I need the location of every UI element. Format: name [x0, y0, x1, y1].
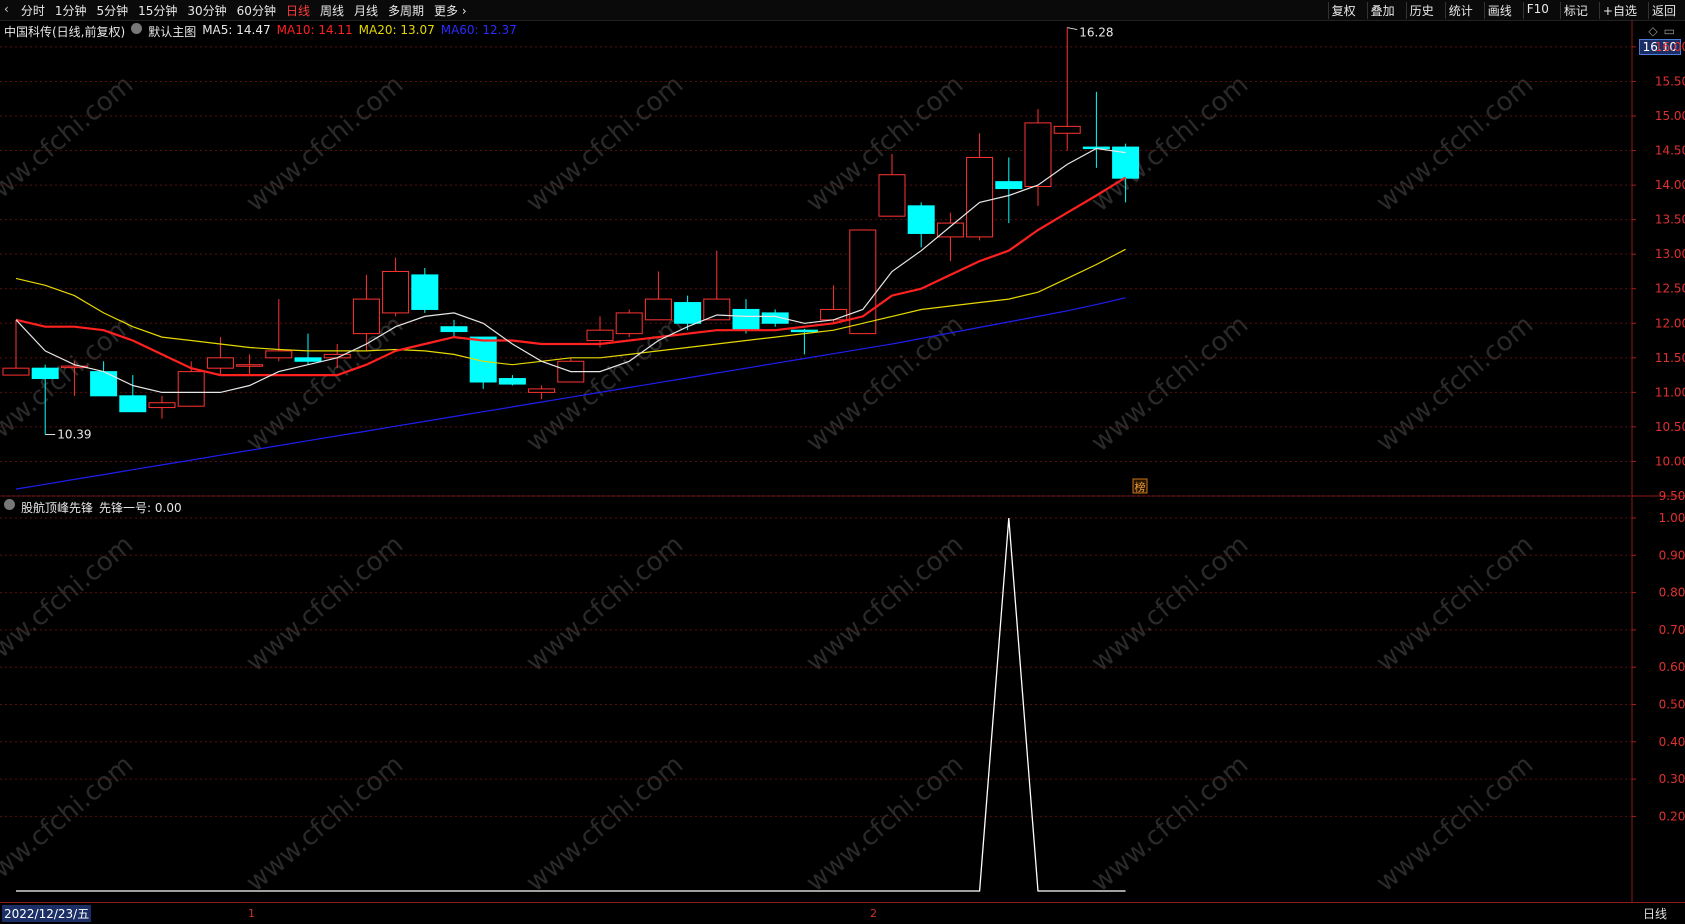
watermark-text: www.cfchi.com: [0, 750, 139, 898]
candle-body: [674, 302, 702, 324]
ma20-line: [15, 248, 1126, 366]
indicator-tick-label: 0.30: [1659, 772, 1685, 786]
price-tick-label: 9.50: [1659, 489, 1685, 503]
current-date: 2022/12/23/五: [2, 905, 92, 922]
watermark-text: www.cfchi.com: [521, 750, 690, 898]
watermark-text: www.cfchi.com: [1086, 530, 1255, 678]
price-tick-label: 11.00: [1655, 385, 1685, 399]
candle-body: [820, 308, 848, 321]
candle-body: [703, 298, 731, 321]
price-tick-label: 11.50: [1655, 351, 1685, 365]
watermark-text: www.cfchi.com: [1086, 310, 1255, 458]
candle-body: [352, 298, 380, 335]
price-tick-label: 10.00: [1655, 454, 1685, 468]
candle-body: [440, 326, 468, 333]
candle-body: [1024, 122, 1052, 187]
candle-body: [732, 308, 760, 331]
bottom-period-tab[interactable]: 日线: [1643, 905, 1667, 922]
price-tick-label: 13.50: [1655, 213, 1685, 227]
indicator-tick-label: 1.00: [1659, 511, 1685, 525]
kline-chart[interactable]: www.cfchi.com www.cfchi.com www.cfchi.com w…: [0, 0, 1685, 923]
price-tick-label: 16.00: [1655, 40, 1685, 54]
watermark-layer: www.cfchi.com www.cfchi.com www.cfchi.com w…: [0, 70, 1539, 898]
watermark-text: www.cfchi.com: [0, 70, 139, 218]
candle-body: [90, 371, 118, 397]
watermark-text: www.cfchi.com: [801, 530, 970, 678]
candle-body: [119, 395, 147, 413]
ma10-line: [15, 176, 1127, 377]
watermark-text: www.cfchi.com: [801, 310, 970, 458]
watermark-text: www.cfchi.com: [1371, 530, 1540, 678]
candle-body: [936, 222, 964, 238]
watermark-text: www.cfchi.com: [1371, 310, 1540, 458]
watermark-text: www.cfchi.com: [1086, 750, 1255, 898]
indicator-tick-label: 0.80: [1659, 586, 1685, 600]
candle-body: [907, 205, 935, 234]
watermark-text: www.cfchi.com: [241, 310, 410, 458]
date-marker-1: 1: [248, 907, 255, 920]
high-price-label: 16.28: [1079, 26, 1113, 40]
candle-body: [177, 371, 205, 407]
price-tick-label: 14.00: [1655, 178, 1685, 192]
watermark-text: www.cfchi.com: [0, 530, 139, 678]
price-axis: 16.00 15.50 15.00 14.50 14.00 13.50 13.00 12.50…: [1632, 40, 1685, 823]
price-tick-label: 14.50: [1655, 144, 1685, 158]
price-tick-label: 10.50: [1655, 420, 1685, 434]
price-tick-label: 15.50: [1655, 74, 1685, 88]
candle-body: [644, 298, 672, 321]
candle-body: [31, 367, 59, 380]
price-tick-label: 13.00: [1655, 247, 1685, 261]
candle-body: [528, 388, 556, 393]
candle-body: [790, 329, 818, 333]
candle-body: [148, 402, 176, 409]
candle-body: [294, 357, 322, 362]
candle-body: [382, 270, 410, 314]
indicator-tick-label: 0.70: [1659, 623, 1685, 637]
candle-body: [878, 174, 906, 217]
candle-body: [498, 378, 526, 385]
candle-body: [2, 367, 30, 376]
ma-lines: [15, 147, 1127, 490]
watermark-text: www.cfchi.com: [241, 750, 410, 898]
price-tick-label: 12.00: [1655, 316, 1685, 330]
candle-body: [995, 181, 1023, 190]
date-marker-2: 2: [870, 907, 877, 920]
indicator-tick-label: 0.90: [1659, 548, 1685, 562]
indicator-tick-label: 0.50: [1659, 698, 1685, 712]
watermark-text: www.cfchi.com: [801, 750, 970, 898]
candle-body: [966, 156, 994, 238]
candle-body: [1053, 125, 1081, 134]
event-marker-label: 榜: [1135, 480, 1146, 494]
candle-body: [411, 274, 439, 310]
watermark-text: www.cfchi.com: [1371, 750, 1540, 898]
candle-body: [265, 350, 293, 359]
candles-layer: [2, 27, 1140, 435]
watermark-text: www.cfchi.com: [241, 530, 410, 678]
indicator-tick-label: 0.40: [1659, 735, 1685, 749]
watermark-text: www.cfchi.com: [521, 530, 690, 678]
watermark-text: www.cfchi.com: [1371, 70, 1540, 218]
price-tick-label: 12.50: [1655, 282, 1685, 296]
candle-body: [615, 312, 643, 335]
high-pointer: [1067, 27, 1078, 31]
watermark-text: www.cfchi.com: [521, 70, 690, 218]
candle-body: [236, 364, 264, 367]
price-tick-label: 15.00: [1655, 109, 1685, 123]
low-price-label: 10.39: [57, 428, 91, 442]
date-strip: 2022/12/23/五 1 2 日线: [0, 902, 1685, 924]
candle-body: [586, 329, 614, 342]
watermark-text: www.cfchi.com: [1086, 70, 1255, 218]
indicator-tick-label: 0.20: [1659, 809, 1685, 823]
candle-body: [206, 357, 234, 369]
indicator-tick-label: 0.60: [1659, 660, 1685, 674]
watermark-text: www.cfchi.com: [241, 70, 410, 218]
